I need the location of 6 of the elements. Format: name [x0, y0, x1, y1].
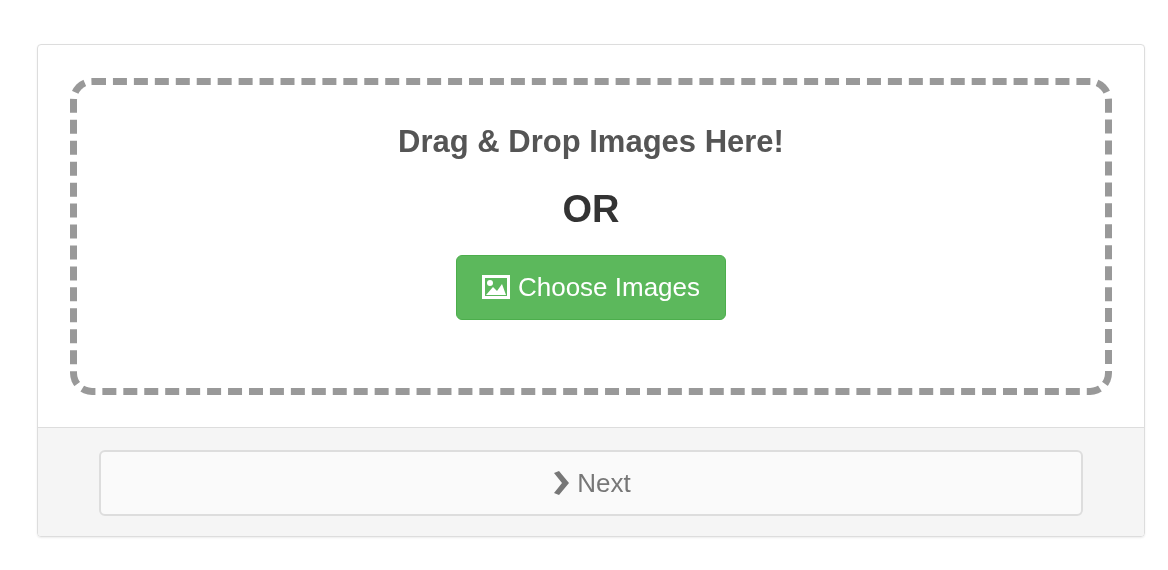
chevron-right-icon [551, 471, 570, 495]
drop-zone[interactable]: Drag & Drop Images Here! OR Choose Images [70, 78, 1112, 395]
image-icon [481, 275, 510, 300]
choose-images-button[interactable]: Choose Images [455, 254, 727, 320]
or-separator: OR [562, 187, 620, 233]
drop-heading: Drag & Drop Images Here! [398, 123, 784, 161]
